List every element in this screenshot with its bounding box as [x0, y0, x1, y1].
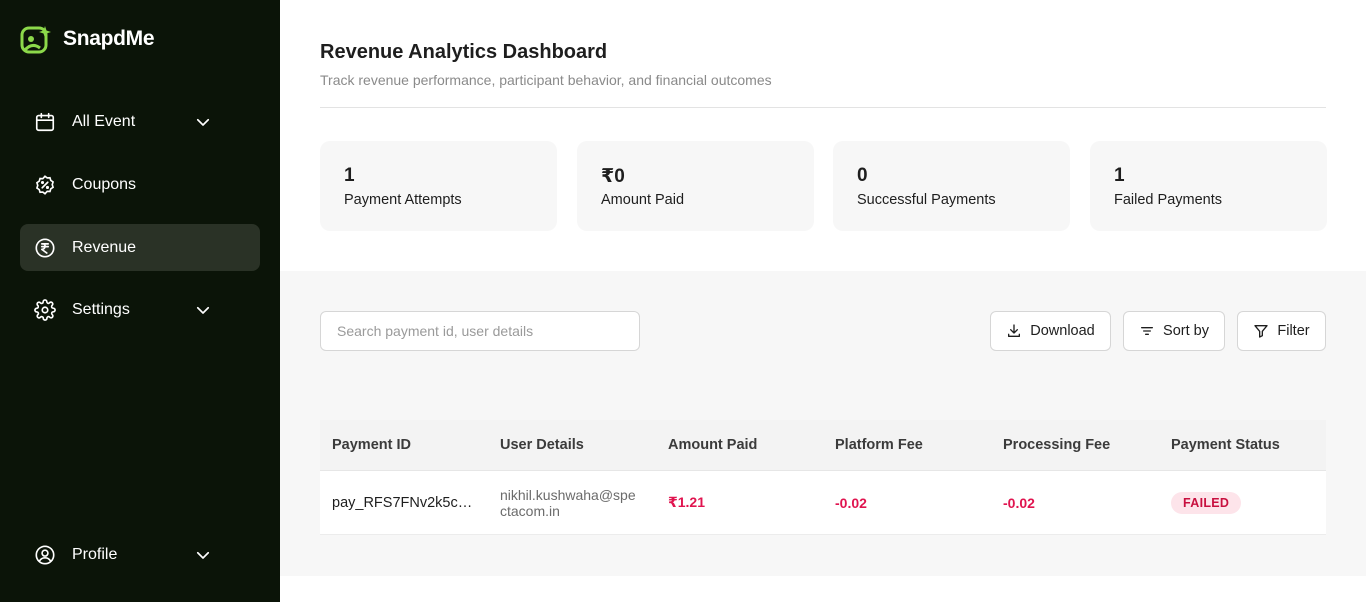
column-header-user-details[interactable]: User Details	[488, 437, 656, 453]
chevron-down-icon[interactable]	[194, 546, 212, 564]
page-subtitle: Track revenue performance, participant b…	[320, 72, 772, 88]
amount-paid-cell: ₹1.21	[668, 494, 705, 510]
sidebar-item-label: Revenue	[72, 238, 137, 256]
stat-card-failed-payments: 1 Failed Payments	[1090, 141, 1327, 231]
table-header: Payment ID User Details Amount Paid Plat…	[320, 420, 1326, 471]
sidebar-item-label: Coupons	[72, 175, 137, 193]
sidebar-item-profile[interactable]: Profile	[20, 531, 260, 578]
snapdme-logo-icon	[20, 26, 51, 54]
stat-value: 1	[344, 165, 355, 186]
stat-label: Failed Payments	[1114, 192, 1222, 208]
stat-label: Payment Attempts	[344, 192, 462, 208]
filter-button[interactable]: Filter	[1237, 311, 1326, 351]
download-label: Download	[1030, 323, 1095, 339]
platform-fee-cell: -0.02	[835, 494, 867, 511]
stat-card-payment-attempts: 1 Payment Attempts	[320, 141, 557, 231]
stat-value: ₹0	[601, 166, 625, 187]
stat-card-amount-paid: ₹0 Amount Paid	[577, 141, 814, 231]
sidebar-item-label: Profile	[72, 545, 118, 563]
filter-label: Filter	[1277, 323, 1310, 339]
rupee-icon	[34, 237, 56, 259]
brand[interactable]: SnapdMe	[20, 24, 155, 54]
user-icon	[34, 544, 56, 566]
payments-table: Payment ID User Details Amount Paid Plat…	[320, 420, 1326, 535]
status-badge: FAILED	[1171, 491, 1242, 514]
sidebar-item-all-event[interactable]: All Event	[20, 98, 260, 145]
page-title: Revenue Analytics Dashboard	[320, 41, 608, 63]
chevron-down-icon[interactable]	[194, 113, 212, 131]
filter-icon	[1254, 325, 1269, 338]
column-header-processing-fee[interactable]: Processing Fee	[991, 437, 1159, 453]
chevron-down-icon[interactable]	[194, 301, 212, 319]
stat-value: 0	[857, 165, 868, 186]
coupon-icon	[34, 174, 56, 196]
sidebar: SnapdMe All Event Coupons Revenue Settin…	[0, 0, 280, 602]
processing-fee-cell: -0.02	[1003, 494, 1035, 511]
stat-card-successful-payments: 0 Successful Payments	[833, 141, 1070, 231]
sidebar-item-revenue[interactable]: Revenue	[20, 224, 260, 271]
user-details-cell: nikhil.kushwaha@spectacom.in	[500, 486, 636, 519]
payments-panel: Download Sort by Filter Payment ID User …	[280, 271, 1366, 576]
download-button[interactable]: Download	[990, 311, 1111, 351]
sort-label: Sort by	[1163, 323, 1209, 339]
sidebar-item-label: Settings	[72, 300, 130, 318]
column-header-platform-fee[interactable]: Platform Fee	[823, 437, 991, 453]
main-content: Revenue Analytics Dashboard Track revenu…	[280, 0, 1366, 602]
column-header-payment-id[interactable]: Payment ID	[320, 437, 488, 453]
sidebar-item-settings[interactable]: Settings	[20, 286, 260, 333]
sort-button[interactable]: Sort by	[1123, 311, 1225, 351]
stat-label: Amount Paid	[601, 192, 685, 208]
sidebar-item-label: All Event	[72, 112, 136, 130]
search-input[interactable]	[320, 311, 640, 351]
sidebar-item-coupons[interactable]: Coupons	[20, 161, 260, 208]
download-icon	[1008, 324, 1021, 337]
calendar-icon	[34, 111, 56, 133]
payment-status-cell: FAILED	[1159, 491, 1326, 514]
divider	[320, 107, 1326, 108]
stat-label: Successful Payments	[857, 192, 996, 208]
stat-value: 1	[1114, 165, 1125, 186]
gear-icon	[34, 298, 56, 321]
table-row[interactable]: pay_RFS7FNv2k5cg… nikhil.kushwaha@specta…	[320, 471, 1326, 535]
column-header-payment-status[interactable]: Payment Status	[1159, 437, 1326, 453]
column-header-amount-paid[interactable]: Amount Paid	[656, 437, 823, 453]
payment-id-cell: pay_RFS7FNv2k5cg…	[332, 494, 481, 511]
sort-icon	[1141, 327, 1154, 335]
brand-name: SnapdMe	[63, 27, 155, 50]
